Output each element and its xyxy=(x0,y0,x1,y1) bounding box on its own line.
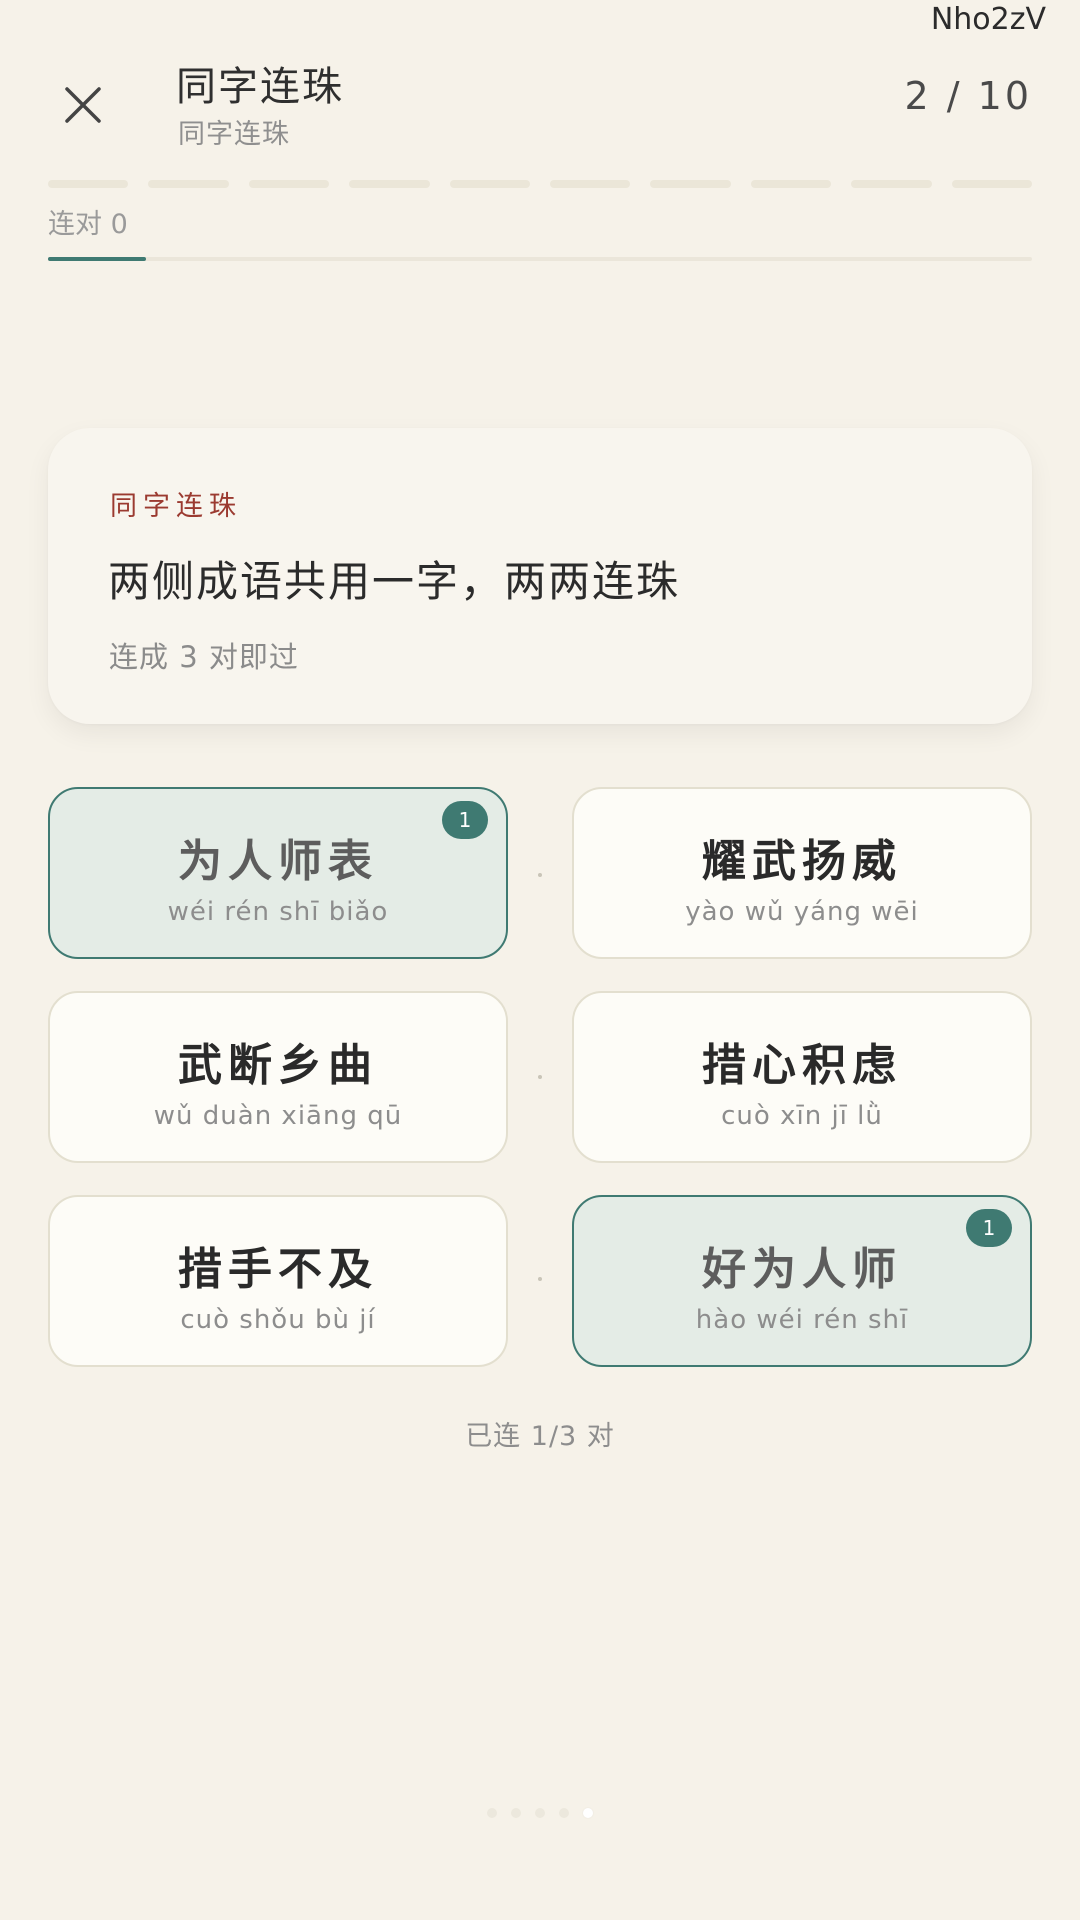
connector-dot xyxy=(538,1075,542,1079)
level-segment xyxy=(550,180,631,188)
close-icon xyxy=(65,87,101,123)
level-segment xyxy=(48,180,129,188)
level-segment xyxy=(650,180,731,188)
idiom-pinyin: wǔ duàn xiāng qū xyxy=(153,1101,403,1131)
page-indicator xyxy=(0,1808,1080,1818)
idiom-text: 措手不及 xyxy=(178,1244,378,1295)
match-badge: 1 xyxy=(442,801,488,839)
pager-dot xyxy=(583,1808,593,1818)
close-button[interactable] xyxy=(48,70,118,140)
match-status: 已连 1/3 对 xyxy=(465,1421,615,1452)
progress-fill xyxy=(48,257,147,261)
level-segment xyxy=(349,180,430,188)
idiom-pinyin: yào wǔ yáng wēi xyxy=(685,897,919,927)
level-segments xyxy=(48,180,1033,188)
idiom-tile-right[interactable]: 耀武扬威 yào wǔ yáng wēi xyxy=(572,787,1032,959)
pairs-count-label: 连对 0 xyxy=(48,209,128,240)
card-note: 连成 3 对即过 xyxy=(109,640,299,674)
idiom-text: 好为人师 xyxy=(702,1244,902,1295)
idiom-pinyin: cuò xīn jī lǜ xyxy=(721,1101,883,1131)
page-subtitle: 同字连珠 xyxy=(178,119,290,150)
level-segment xyxy=(449,180,531,188)
idiom-text: 耀武扬威 xyxy=(702,836,902,887)
watermark-text: Nho2zV xyxy=(930,2,1046,37)
level-segment xyxy=(750,180,832,188)
page-title: 同字连珠 xyxy=(176,64,344,110)
connector-dot xyxy=(538,873,542,877)
idiom-tile-right[interactable]: 好为人师 hào wéi rén shī 1 xyxy=(572,1195,1032,1367)
idiom-tile-left[interactable]: 措手不及 cuò shǒu bù jí xyxy=(48,1195,508,1367)
idiom-pinyin: wéi rén shī biǎo xyxy=(167,897,389,927)
level-segment xyxy=(951,180,1033,188)
card-title: 两侧成语共用一字，两两连珠 xyxy=(108,557,681,606)
match-badge: 1 xyxy=(966,1209,1012,1247)
progress-track xyxy=(48,257,1032,261)
pager-dot xyxy=(535,1808,545,1818)
idiom-text: 武断乡曲 xyxy=(178,1040,378,1091)
game-screen: Nho2zV 同字连珠 同字连珠 2 / 10 连对 0 同字连珠 两侧成语共用… xyxy=(0,0,1080,1920)
pager-dot xyxy=(487,1808,497,1818)
level-counter: 2 / 10 xyxy=(904,74,1032,118)
idiom-tile-left[interactable]: 武断乡曲 wǔ duàn xiāng qū xyxy=(48,991,508,1163)
idiom-text: 措心积虑 xyxy=(702,1040,902,1091)
idiom-pinyin: hào wéi rén shī xyxy=(695,1305,909,1335)
idiom-pinyin: cuò shǒu bù jí xyxy=(180,1305,376,1335)
idiom-tile-right[interactable]: 措心积虑 cuò xīn jī lǜ xyxy=(572,991,1032,1163)
level-segment xyxy=(851,180,932,188)
pager-dot xyxy=(559,1808,569,1818)
pager-dot xyxy=(511,1808,521,1818)
idiom-tile-left[interactable]: 为人师表 wéi rén shī biǎo 1 xyxy=(48,787,508,959)
idiom-text: 为人师表 xyxy=(178,836,378,887)
level-segment xyxy=(148,180,229,188)
instruction-card: 同字连珠 两侧成语共用一字，两两连珠 连成 3 对即过 xyxy=(48,428,1032,724)
level-segment xyxy=(248,180,330,188)
connector-dot xyxy=(538,1277,542,1281)
card-tag: 同字连珠 xyxy=(110,491,242,522)
